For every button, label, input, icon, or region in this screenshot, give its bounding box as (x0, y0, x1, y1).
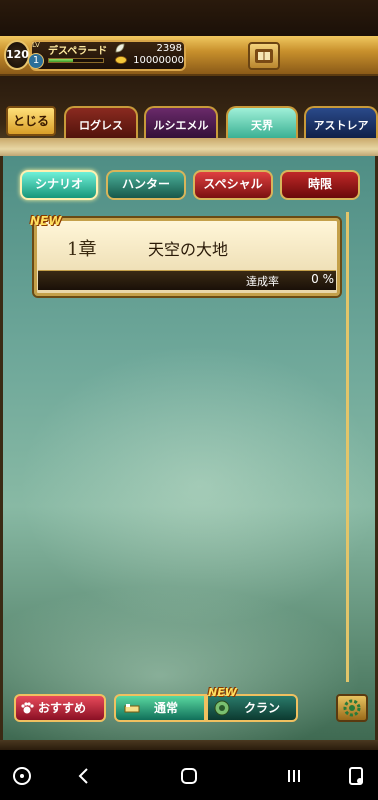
footer-strip (0, 740, 378, 750)
filter-special-button[interactable]: スペシャル (193, 170, 273, 200)
tab-tenkai[interactable]: 天界 (226, 106, 298, 142)
progress-label: 達成率 (246, 275, 279, 288)
stamina-value: 2398 (156, 43, 182, 54)
filter-limited-button[interactable]: 時限 (280, 170, 360, 200)
level-badge: 120 (4, 40, 30, 70)
progress-value: 0 % (311, 272, 334, 286)
chapter-progress-bar (38, 270, 336, 290)
back-icon[interactable] (74, 766, 94, 786)
screenshot-icon[interactable] (346, 766, 366, 786)
filter-hunter-button[interactable]: ハンター (106, 170, 186, 200)
book-icon (255, 49, 273, 63)
tab-lucimel[interactable]: ルシエメル (144, 106, 218, 142)
clan-emblem-icon (214, 700, 230, 716)
stamina-leaf-icon (115, 43, 125, 53)
exp-bar-fill (49, 59, 74, 62)
new-badge: NEW (30, 214, 62, 228)
recent-apps-icon[interactable] (284, 766, 304, 786)
clan-new-badge: NEW (208, 686, 237, 699)
gear-icon (343, 699, 361, 717)
rank-badge: 1 (28, 53, 44, 69)
close-button[interactable]: とじる (6, 106, 56, 136)
filter-scenario-button[interactable]: シナリオ (20, 170, 98, 200)
level-label: LV (32, 41, 40, 49)
game-tools-icon[interactable] (12, 766, 32, 786)
chapter-number: 1章 (67, 239, 97, 260)
player-name: デスペラード (48, 46, 108, 57)
paw-icon (21, 702, 34, 714)
gold-coin-icon (115, 56, 127, 64)
settings-button[interactable] (336, 694, 368, 722)
status-bar (0, 0, 378, 36)
gold-value: 10000000 (133, 55, 184, 66)
home-icon[interactable] (179, 766, 199, 786)
scrollbar[interactable] (346, 212, 349, 682)
menu-book-button[interactable] (248, 42, 280, 70)
bed-icon (124, 704, 140, 713)
chapter-title: 天空の大地 (148, 240, 229, 259)
tab-astrea[interactable]: アストレア (304, 106, 378, 142)
tab-logres[interactable]: ログレス (64, 106, 138, 142)
exp-bar (48, 58, 104, 63)
